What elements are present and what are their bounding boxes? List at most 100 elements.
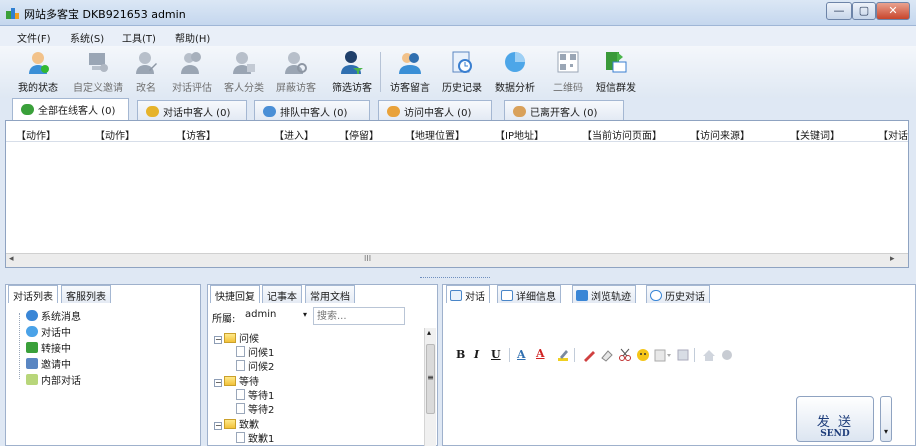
column-header[interactable]: 【进入】: [274, 127, 314, 142]
underline-button[interactable]: U: [491, 348, 501, 361]
font-size-button[interactable]: A: [517, 348, 526, 361]
send-button[interactable]: 发 送 SEND: [796, 396, 874, 442]
file-send-icon[interactable]: [676, 348, 690, 362]
column-header[interactable]: 【访问来源】: [690, 127, 750, 142]
folder-icon: [224, 333, 236, 343]
column-header[interactable]: 【动作】: [16, 127, 56, 142]
tree-item-transferring[interactable]: 转接中: [26, 340, 71, 355]
tab-notepad[interactable]: 记事本: [262, 285, 302, 303]
scroll-grip-icon[interactable]: III: [364, 254, 371, 263]
tab-details[interactable]: 详细信息: [497, 285, 561, 303]
maximize-button[interactable]: ▢: [852, 2, 876, 20]
data-analysis-button[interactable]: 数据分析: [493, 46, 537, 96]
tab-queuing[interactable]: 排队中客人 (0): [254, 100, 370, 120]
reply-item[interactable]: 等待2: [236, 401, 274, 416]
vertical-scrollbar[interactable]: ▴ ≡: [424, 328, 436, 446]
tab-chat[interactable]: 对话: [446, 285, 490, 303]
search-input[interactable]: [313, 307, 405, 325]
menu-tools[interactable]: 工具(T): [122, 30, 156, 45]
filter-visitor-button[interactable]: 筛选访客: [330, 46, 374, 96]
column-header[interactable]: 【访客】: [176, 127, 216, 142]
scroll-left-icon[interactable]: ◂: [9, 254, 14, 264]
tool-label: 访客留言: [390, 83, 430, 94]
group-apology[interactable]: − 致歉: [214, 416, 259, 431]
collapse-icon[interactable]: −: [214, 422, 222, 430]
message-input[interactable]: [444, 367, 792, 445]
visitor-message-icon: [399, 53, 421, 74]
eraser-icon[interactable]: [600, 348, 614, 362]
tab-label: 排队中客人 (0): [280, 108, 348, 119]
tab-quick-reply[interactable]: 快捷回复: [210, 285, 260, 303]
column-header[interactable]: 【当前访问页面】: [582, 127, 662, 142]
scroll-up-icon[interactable]: ▴: [427, 328, 431, 337]
tree-line: [19, 313, 20, 379]
reply-item[interactable]: 等待1: [236, 387, 274, 402]
tab-history-chat[interactable]: 历史对话: [646, 285, 710, 303]
group-greeting[interactable]: − 问候: [214, 330, 259, 345]
tree-item-inviting[interactable]: 邀请中: [26, 356, 71, 371]
app-logo-icon: [6, 8, 19, 19]
italic-button[interactable]: I: [474, 348, 479, 361]
reply-item[interactable]: 问候2: [236, 358, 274, 373]
tab-agent-list[interactable]: 客服列表: [61, 285, 111, 303]
visitor-message-button[interactable]: 访客留言: [388, 46, 432, 96]
scroll-right-icon[interactable]: ▸: [890, 254, 895, 264]
online-user-icon: [21, 104, 34, 115]
tab-visiting[interactable]: 访问中客人 (0): [378, 100, 492, 120]
chat-history-area[interactable]: [444, 304, 914, 342]
font-color-button[interactable]: A: [536, 347, 545, 360]
evaluate-button[interactable]: 对话评估: [170, 46, 214, 96]
collapse-icon[interactable]: −: [214, 379, 222, 387]
screenshot-icon[interactable]: [654, 348, 672, 362]
tree-item-system-message[interactable]: 系统消息: [26, 308, 81, 323]
tab-common-docs[interactable]: 常用文档: [305, 285, 355, 303]
scissors-icon[interactable]: [618, 348, 632, 362]
column-header[interactable]: 【地理位置】: [405, 127, 465, 142]
chevron-down-icon: ▾: [883, 427, 888, 436]
column-header[interactable]: 【IP地址】: [495, 127, 544, 142]
minimize-button[interactable]: —: [826, 2, 852, 20]
sms-broadcast-button[interactable]: 短信群发: [594, 46, 638, 96]
my-status-button[interactable]: 我的状态: [16, 46, 60, 96]
block-visitor-button[interactable]: 屏蔽访客: [274, 46, 318, 96]
home-icon[interactable]: [702, 348, 716, 362]
tab-chatting[interactable]: 对话中客人 (0): [137, 100, 247, 120]
splitter-grip[interactable]: [420, 277, 490, 280]
pen-icon[interactable]: [582, 348, 596, 362]
column-header[interactable]: 【关键词】: [790, 127, 840, 142]
column-header[interactable]: 【动作】: [95, 127, 135, 142]
tab-all-online[interactable]: 全部在线客人 (0): [12, 98, 129, 120]
classify-button[interactable]: 客人分类: [222, 46, 266, 96]
voice-icon[interactable]: [720, 348, 734, 362]
send-options-button[interactable]: ▾: [880, 396, 892, 442]
close-button[interactable]: ✕: [876, 2, 910, 20]
group-waiting[interactable]: − 等待: [214, 373, 259, 388]
tree-item-internal-chat[interactable]: 内部对话: [26, 372, 81, 387]
column-header[interactable]: 【对话: [878, 127, 908, 142]
menu-file[interactable]: 文件(F): [17, 30, 51, 45]
tab-browse-trail[interactable]: 浏览轨迹: [572, 285, 636, 303]
owner-select[interactable]: admin ▾: [243, 307, 313, 324]
horizontal-scrollbar[interactable]: [6, 253, 908, 267]
emoji-icon[interactable]: [636, 348, 650, 362]
rename-icon: [136, 52, 157, 74]
menu-system[interactable]: 系统(S): [70, 30, 104, 45]
tab-conversation-list[interactable]: 对话列表: [8, 285, 58, 303]
visitor-grid[interactable]: [5, 120, 909, 268]
column-header[interactable]: 【停留】: [339, 127, 379, 142]
history-button[interactable]: 历史记录: [440, 46, 484, 96]
qrcode-button[interactable]: 二维码: [546, 46, 590, 96]
owner-value: admin: [245, 309, 277, 320]
collapse-icon[interactable]: −: [214, 336, 222, 344]
tree-item-chatting[interactable]: 对话中: [26, 324, 71, 339]
rename-button[interactable]: 改名: [124, 46, 168, 96]
tab-left[interactable]: 已离开客人 (0): [504, 100, 624, 120]
reply-item[interactable]: 问候1: [236, 344, 274, 359]
reply-label: 等待2: [248, 405, 275, 416]
scroll-thumb[interactable]: ≡: [426, 344, 435, 414]
reply-item[interactable]: 致歉1: [236, 430, 274, 445]
custom-invite-button[interactable]: 自定义邀请: [73, 46, 123, 96]
highlight-icon[interactable]: [556, 348, 570, 362]
menu-help[interactable]: 帮助(H): [175, 30, 210, 45]
bold-button[interactable]: B: [456, 348, 465, 361]
